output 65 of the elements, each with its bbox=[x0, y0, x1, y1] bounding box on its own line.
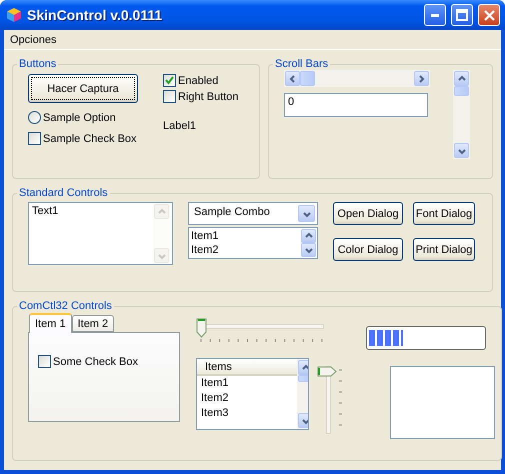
group-title: Scroll Bars bbox=[274, 58, 330, 70]
check-box-label: Right Button bbox=[178, 90, 239, 102]
check-box[interactable]: Some Check Box bbox=[38, 355, 170, 368]
check-box[interactable]: Sample Check Box bbox=[28, 132, 138, 145]
check-box-square[interactable] bbox=[163, 74, 176, 87]
radio-circle[interactable] bbox=[28, 111, 41, 124]
list-item[interactable]: Item1 bbox=[189, 229, 300, 243]
list-item[interactable]: Item2 bbox=[189, 243, 300, 257]
vertical-scrollbar[interactable] bbox=[453, 70, 470, 159]
close-button[interactable] bbox=[478, 4, 500, 26]
dialog-button[interactable]: Font Dialog bbox=[413, 202, 475, 225]
menu-item[interactable]: Opciones bbox=[10, 34, 56, 46]
list-view[interactable]: Items Item1 Item2 Item3 bbox=[196, 358, 309, 430]
check-box-square[interactable] bbox=[38, 355, 51, 368]
scroll-left-button[interactable] bbox=[285, 71, 300, 86]
arrow-left-icon bbox=[288, 74, 298, 84]
check-box-label: Some Check Box bbox=[53, 356, 138, 368]
radio-label: Sample Option bbox=[43, 112, 116, 124]
window-title: SkinControl v.0.0111 bbox=[27, 7, 164, 23]
horizontal-scrollbar[interactable] bbox=[284, 70, 430, 87]
slider-thumb-icon[interactable] bbox=[317, 366, 337, 377]
label-text: Label1 bbox=[163, 120, 198, 132]
group-title: Standard Controls bbox=[18, 187, 109, 199]
scroll-thumb[interactable] bbox=[300, 71, 315, 86]
tab[interactable]: Item 1 bbox=[29, 313, 72, 333]
combo-box[interactable]: Sample Combo bbox=[188, 202, 318, 225]
arrow-right-icon bbox=[416, 74, 426, 84]
check-box-label: Enabled bbox=[178, 74, 218, 86]
list-item[interactable]: Item3 bbox=[197, 406, 297, 421]
scroll-right-button[interactable] bbox=[414, 71, 429, 86]
slider-thumb-icon[interactable] bbox=[196, 318, 207, 338]
capture-button[interactable]: Hacer Captura bbox=[28, 74, 138, 103]
maximize-button[interactable] bbox=[451, 4, 473, 26]
scroll-thumb[interactable] bbox=[454, 86, 469, 96]
group-title: Buttons bbox=[18, 58, 58, 70]
close-icon bbox=[484, 10, 494, 20]
check-box-square[interactable] bbox=[163, 90, 176, 103]
check-box-label: Sample Check Box bbox=[43, 132, 137, 144]
arrow-up-icon bbox=[300, 362, 308, 372]
check-icon bbox=[165, 76, 174, 85]
tab[interactable]: Item 2 bbox=[72, 315, 114, 332]
cube-icon bbox=[6, 7, 22, 23]
maximize-icon bbox=[456, 9, 468, 21]
minimize-icon bbox=[431, 14, 439, 16]
minimize-button[interactable] bbox=[424, 4, 446, 26]
dialog-button[interactable]: Open Dialog bbox=[333, 202, 403, 225]
column-header[interactable]: Items bbox=[197, 359, 297, 376]
dialog-button[interactable]: Color Dialog bbox=[333, 238, 403, 261]
radio-option[interactable]: Sample Option bbox=[28, 111, 138, 124]
scroll-down-button[interactable] bbox=[454, 143, 469, 158]
dropdown-button[interactable] bbox=[298, 205, 315, 222]
list-box[interactable]: Item1 Item2 bbox=[188, 227, 318, 259]
group-title: ComCtl32 Controls bbox=[18, 300, 113, 312]
list-item[interactable]: Item1 bbox=[197, 376, 297, 391]
arrow-up-icon bbox=[456, 74, 466, 84]
check-box-square[interactable] bbox=[28, 132, 41, 145]
scroll-up-button[interactable] bbox=[301, 229, 316, 243]
dialog-button[interactable]: Print Dialog bbox=[413, 238, 475, 261]
check-box[interactable]: Right Button bbox=[163, 90, 239, 103]
check-box[interactable]: Enabled bbox=[163, 74, 239, 87]
scroll-down-button[interactable] bbox=[301, 243, 316, 257]
text-area[interactable]: Text1 bbox=[28, 202, 173, 265]
list-item[interactable]: Item2 bbox=[197, 391, 297, 406]
value-field[interactable]: 0 bbox=[284, 93, 428, 117]
scroll-up-button[interactable] bbox=[454, 71, 469, 86]
